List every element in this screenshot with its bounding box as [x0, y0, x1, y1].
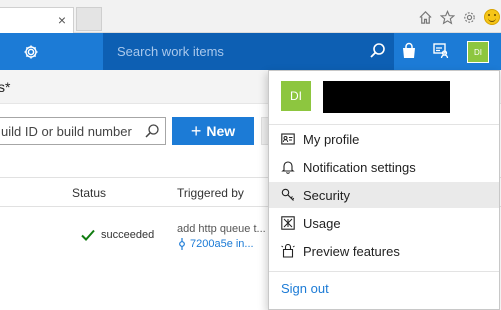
menu-item-label: Security: [303, 188, 350, 203]
commit-link[interactable]: 7200a5e in...: [177, 238, 254, 250]
filter-search-icon: [144, 123, 160, 139]
menu-item-preview-features[interactable]: Preview features: [269, 238, 499, 264]
menu-item-label: My profile: [303, 132, 360, 147]
usage-icon: [281, 216, 295, 230]
browser-tab[interactable]: ×: [0, 7, 74, 34]
status-cell: succeeded: [81, 229, 154, 241]
tab-close-icon[interactable]: ×: [55, 13, 69, 27]
menu-item-label: Notification settings: [303, 160, 416, 175]
page-title: s*: [0, 79, 11, 95]
top-nav-bar: Search work items DI: [0, 33, 501, 70]
menu-item-usage[interactable]: Usage: [269, 210, 499, 236]
menu-avatar: DI: [281, 81, 311, 111]
admin-gear-icon[interactable]: [21, 42, 41, 62]
browser-toolbar-icons: [416, 6, 501, 28]
redacted-user-name: [323, 81, 450, 113]
build-filter-input[interactable]: uild ID or build number: [0, 117, 166, 145]
menu-item-label: Usage: [303, 216, 341, 231]
plus-icon: +: [190, 121, 202, 141]
commit-id: 7200a5e: [190, 238, 233, 250]
bell-icon: [281, 160, 295, 174]
key-icon: [281, 188, 295, 202]
browser-chrome: ×: [0, 0, 501, 34]
user-avatar-button[interactable]: DI: [467, 41, 489, 63]
menu-divider: [269, 124, 499, 125]
feedback-icon[interactable]: [432, 42, 450, 60]
home-icon[interactable]: [416, 8, 435, 27]
menu-item-security[interactable]: Security: [269, 182, 499, 208]
search-icon[interactable]: [369, 42, 387, 60]
menu-divider: [269, 271, 499, 272]
new-button-label: New: [206, 123, 236, 139]
status-text: succeeded: [101, 229, 155, 241]
commit-icon: [179, 238, 185, 250]
preview-features-icon: [281, 243, 295, 258]
smiley-feedback-icon[interactable]: [482, 8, 501, 27]
column-status[interactable]: Status: [72, 186, 106, 200]
commit-suffix: in...: [235, 238, 254, 250]
new-build-button[interactable]: + New: [172, 117, 254, 145]
menu-item-my-profile[interactable]: My profile: [269, 126, 499, 152]
search-work-items-input[interactable]: Search work items: [103, 33, 394, 70]
menu-item-notification-settings[interactable]: Notification settings: [269, 154, 499, 180]
trigger-message: add http queue t...: [177, 223, 266, 235]
favorite-star-icon[interactable]: [438, 8, 457, 27]
new-tab-button[interactable]: [76, 7, 102, 31]
success-check-icon: [81, 229, 95, 241]
sign-out-link[interactable]: Sign out: [281, 281, 329, 296]
filter-placeholder: uild ID or build number: [1, 124, 132, 139]
marketplace-bag-icon[interactable]: [400, 42, 418, 60]
settings-gear-icon[interactable]: [460, 8, 479, 27]
profile-card-icon: [281, 132, 295, 146]
profile-menu: DI My profile Notification settings Secu…: [268, 70, 500, 310]
menu-item-label: Preview features: [303, 244, 400, 259]
search-placeholder: Search work items: [117, 44, 224, 59]
column-triggered-by[interactable]: Triggered by: [177, 186, 244, 200]
